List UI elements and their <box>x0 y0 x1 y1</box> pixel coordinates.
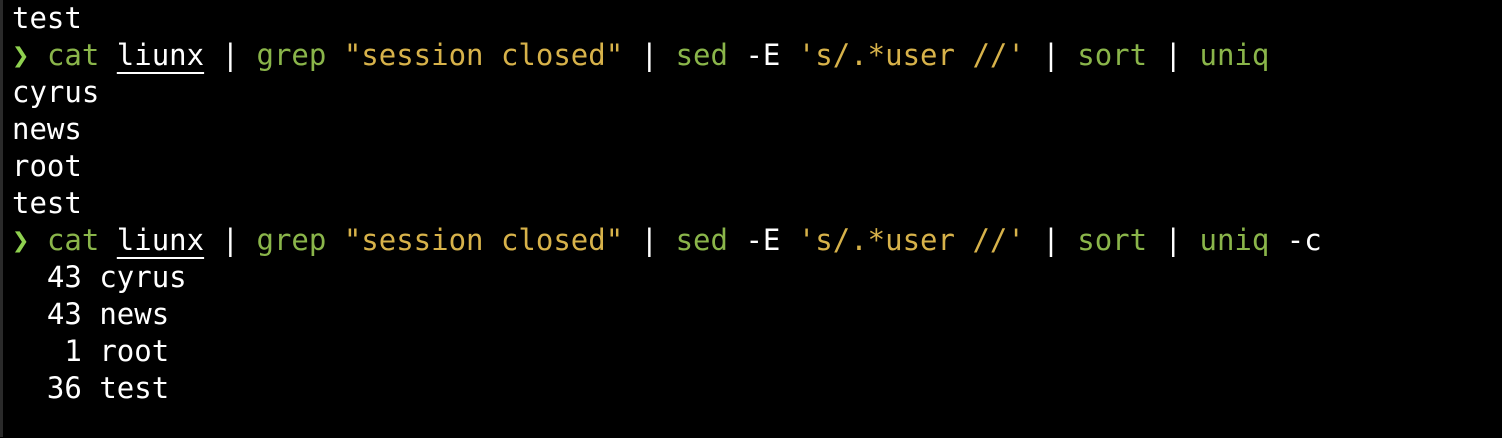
pipe-symbol: | <box>1042 38 1060 72</box>
count-value: 43 <box>46 297 82 331</box>
pipe-symbol: | <box>1164 38 1183 72</box>
command-sort: sort <box>1077 38 1148 72</box>
count-name: cyrus <box>99 260 187 294</box>
count-output-line: 43 news <box>12 295 1502 333</box>
file-argument[interactable]: liunx <box>117 223 204 257</box>
count-value: 43 <box>46 260 82 294</box>
command-sort: sort <box>1077 223 1148 257</box>
output-line: root <box>12 147 1502 185</box>
command-cat: cat <box>46 223 100 257</box>
terminal-window[interactable]: test ❯ cat liunx | grep "session closed"… <box>0 0 1502 437</box>
file-argument[interactable]: liunx <box>117 38 204 72</box>
command-sed: sed <box>675 223 728 257</box>
command-grep: grep <box>256 38 327 72</box>
command-cat: cat <box>46 38 100 72</box>
pipe-symbol: | <box>640 38 659 72</box>
command-uniq: uniq <box>1199 223 1270 257</box>
output-text: test <box>12 1 82 35</box>
count-value: 1 <box>64 334 82 368</box>
pipe-symbol: | <box>1164 223 1183 257</box>
count-output-line: 36 test <box>12 369 1502 407</box>
pipe-symbol: | <box>221 38 240 72</box>
output-text: test <box>12 186 82 220</box>
count-output-line: 43 cyrus <box>12 258 1502 296</box>
count-output-line: 1 root <box>12 332 1502 370</box>
output-text: root <box>12 149 82 183</box>
grep-pattern: "session closed" <box>343 223 624 257</box>
count-name: root <box>99 334 170 368</box>
command-line: ❯ cat liunx | grep "session closed" | se… <box>12 221 1502 259</box>
output-line: test <box>12 0 1502 37</box>
output-line: cyrus <box>12 73 1502 111</box>
grep-pattern: "session closed" <box>343 38 624 72</box>
command-line: ❯ cat liunx | grep "session closed" | se… <box>12 36 1502 74</box>
output-text: news <box>12 112 82 146</box>
sed-expression: 's/.*user //' <box>797 223 1025 257</box>
output-text: cyrus <box>12 75 100 109</box>
pipe-symbol: | <box>221 223 240 257</box>
output-line: test <box>12 184 1502 222</box>
command-uniq: uniq <box>1199 38 1270 72</box>
sed-flag: -E <box>745 38 781 72</box>
output-line: news <box>12 110 1502 148</box>
prompt-chevron-icon: ❯ <box>12 38 30 72</box>
command-grep: grep <box>256 223 327 257</box>
pipe-symbol: | <box>1042 223 1060 257</box>
uniq-flag: -c <box>1286 223 1322 257</box>
command-sed: sed <box>675 38 728 72</box>
count-name: test <box>99 371 170 405</box>
sed-expression: 's/.*user //' <box>797 38 1025 72</box>
pipe-symbol: | <box>640 223 659 257</box>
count-value: 36 <box>46 371 82 405</box>
sed-flag: -E <box>745 223 781 257</box>
count-name: news <box>99 297 170 331</box>
prompt-chevron-icon: ❯ <box>12 223 30 257</box>
